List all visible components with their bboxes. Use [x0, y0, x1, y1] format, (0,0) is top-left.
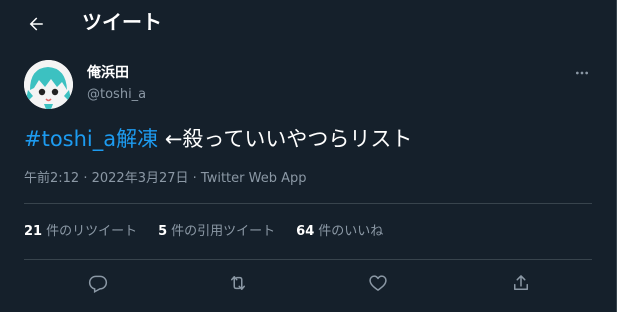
back-arrow-icon	[27, 15, 45, 33]
tweet-meta: 午前2:12 · 2022年3月27日 · Twitter Web App	[24, 170, 307, 188]
tweet-stats: 21 件のリツイート 5 件の引用ツイート 64 件のいいね	[24, 222, 404, 242]
tweet-action-bar	[24, 264, 592, 300]
stat-count: 21	[24, 224, 43, 239]
reply-icon	[88, 273, 108, 293]
meta-separator: ·	[79, 171, 92, 186]
like-count-link[interactable]: 64 件のいいね	[296, 222, 383, 242]
more-horizontal-icon	[574, 65, 590, 81]
tweet-time-link[interactable]: 午前2:12	[24, 171, 79, 186]
stat-label: 件のいいね	[318, 224, 384, 239]
stat-count: 5	[158, 224, 168, 239]
author-handle[interactable]: @toshi_a	[87, 86, 146, 104]
more-options-button[interactable]	[566, 60, 598, 86]
back-button[interactable]	[20, 8, 52, 40]
share-button[interactable]	[506, 268, 536, 298]
reply-button[interactable]	[83, 268, 113, 298]
quote-count-link[interactable]: 5 件の引用ツイート	[158, 222, 275, 242]
like-button[interactable]	[363, 268, 393, 298]
page-header: ツイート	[0, 0, 608, 46]
stat-count: 64	[296, 224, 315, 239]
tweet-detail-column: ツイート 俺浜田 @toshi_a #toshi_a解凍 ←殺っていいやつらリス…	[0, 0, 617, 312]
tweet-body-text: ←殺っていいやつらリスト	[158, 127, 413, 151]
meta-separator: ·	[188, 171, 201, 186]
divider	[24, 259, 592, 260]
author-display-name[interactable]: 俺浜田	[87, 64, 129, 82]
tweet-source-link[interactable]: Twitter Web App	[201, 171, 307, 186]
hashtag-link[interactable]: #toshi_a解凍	[24, 127, 158, 151]
avatar[interactable]	[24, 60, 73, 109]
retweet-count-link[interactable]: 21 件のリツイート	[24, 222, 137, 242]
page-title: ツイート	[82, 10, 162, 34]
share-icon	[511, 273, 531, 293]
retweet-button[interactable]	[223, 268, 253, 298]
tweet-text: #toshi_a解凍 ←殺っていいやつらリスト	[24, 124, 412, 154]
retweet-icon	[228, 273, 248, 293]
tweet-date-link[interactable]: 2022年3月27日	[92, 171, 189, 186]
like-icon	[368, 273, 388, 293]
stat-label: 件の引用ツイート	[171, 224, 276, 239]
divider	[24, 203, 592, 204]
stat-label: 件のリツイート	[46, 224, 138, 239]
